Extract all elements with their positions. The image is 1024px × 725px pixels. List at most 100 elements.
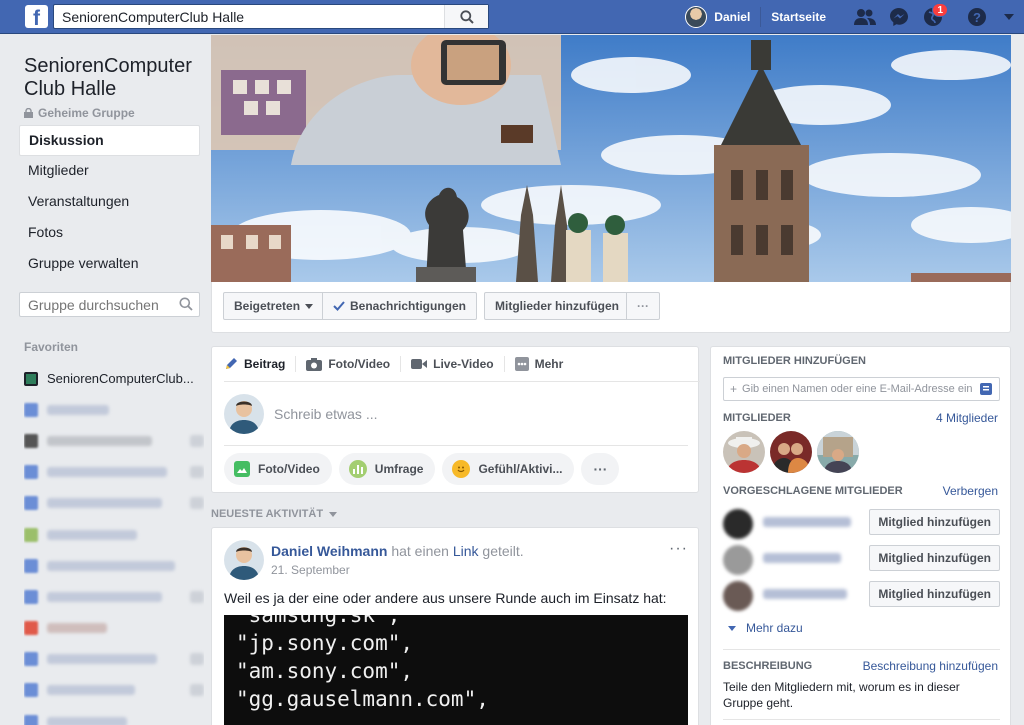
notifications-settings-button[interactable]: Benachrichtigungen bbox=[322, 292, 478, 320]
joined-button[interactable]: Beigetreten bbox=[223, 292, 325, 320]
add-suggested-member-button[interactable]: Mitglied hinzufügen bbox=[869, 581, 1000, 607]
nav-item-manage-group[interactable]: Gruppe verwalten bbox=[19, 249, 200, 280]
search-icon[interactable] bbox=[179, 297, 193, 311]
tab-more[interactable]: Mehr bbox=[505, 356, 574, 372]
blurred-count bbox=[190, 466, 204, 479]
add-suggested-member-button[interactable]: Mitglied hinzufügen bbox=[869, 509, 1000, 535]
nav-item-photos[interactable]: Fotos bbox=[19, 218, 200, 249]
add-description-link[interactable]: Beschreibung hinzufügen bbox=[863, 659, 998, 673]
divider bbox=[723, 719, 1000, 720]
group-name[interactable]: SeniorenComputer Club Halle bbox=[24, 55, 204, 101]
post-options-button[interactable]: ··· bbox=[669, 540, 688, 558]
post-header: Daniel Weihmann hat einen Link geteilt. bbox=[271, 543, 524, 559]
account-menu-button[interactable] bbox=[994, 0, 1024, 34]
see-more-link[interactable]: Mehr dazu bbox=[728, 621, 803, 635]
avatar[interactable] bbox=[723, 509, 753, 539]
help-button[interactable]: ? bbox=[960, 0, 994, 34]
add-member-input[interactable]: + Gib einen Namen oder eine E-Mail-Adres… bbox=[723, 377, 1000, 401]
checkmark-icon bbox=[333, 301, 345, 311]
favorite-item[interactable] bbox=[24, 613, 204, 644]
post-timestamp[interactable]: 21. September bbox=[271, 563, 350, 577]
suggested-member-row: Mitglied hinzufügen bbox=[723, 507, 1000, 539]
home-link[interactable]: Startseite bbox=[760, 7, 836, 27]
smiley-icon bbox=[452, 460, 471, 478]
post-author-link[interactable]: Daniel Weihmann bbox=[271, 543, 387, 559]
favorite-item[interactable] bbox=[24, 519, 204, 550]
code-line: "gg.gauselmann.com", bbox=[236, 687, 489, 711]
add-members-button[interactable]: Mitglieder hinzufügen bbox=[484, 292, 630, 320]
blurred-label bbox=[47, 716, 127, 725]
address-book-icon[interactable] bbox=[973, 383, 999, 395]
tab-photo-video[interactable]: Foto/Video bbox=[296, 356, 402, 372]
member-avatar[interactable] bbox=[770, 431, 812, 473]
favorite-item[interactable]: SeniorenComputerClub... bbox=[24, 363, 204, 394]
members-count-link[interactable]: 4 Mitglieder bbox=[936, 411, 998, 425]
blurred-label bbox=[47, 467, 167, 478]
tab-photo-video-label: Foto/Video bbox=[328, 357, 391, 371]
tab-more-label: Mehr bbox=[534, 357, 564, 371]
blurred-name[interactable] bbox=[763, 553, 841, 563]
activity-sort-dropdown[interactable]: NEUESTE AKTIVITÄT bbox=[211, 508, 338, 520]
group-icon bbox=[24, 371, 38, 386]
search-button[interactable] bbox=[444, 5, 488, 28]
group-search-input[interactable] bbox=[20, 293, 170, 316]
hide-suggestions-link[interactable]: Verbergen bbox=[943, 484, 998, 498]
group-search bbox=[19, 292, 200, 317]
cover-image bbox=[211, 35, 1011, 282]
favorite-item[interactable] bbox=[24, 394, 204, 425]
blurred-label bbox=[47, 435, 152, 446]
photo-video-pill[interactable]: Foto/Video bbox=[224, 453, 332, 485]
favorite-item[interactable] bbox=[24, 488, 204, 519]
user-name: Daniel bbox=[714, 10, 751, 24]
favorite-item[interactable] bbox=[24, 706, 204, 725]
group-navigation: Diskussion Mitglieder Veranstaltungen Fo… bbox=[19, 125, 200, 280]
post-link[interactable]: Link bbox=[453, 543, 479, 559]
blurred-name[interactable] bbox=[763, 589, 847, 599]
friends-icon bbox=[854, 9, 876, 25]
avatar[interactable] bbox=[224, 540, 264, 580]
group-icon bbox=[24, 621, 38, 636]
notifications-button[interactable]: 1 bbox=[916, 0, 950, 34]
more-actions-pill[interactable]: ··· bbox=[581, 453, 620, 485]
favorite-item[interactable] bbox=[24, 425, 204, 456]
member-avatar[interactable] bbox=[817, 431, 859, 473]
tab-live-video[interactable]: Live-Video bbox=[401, 356, 505, 372]
cover-photo[interactable] bbox=[211, 35, 1011, 282]
top-navigation-bar: f Daniel Startseite 1 ? bbox=[0, 0, 1024, 34]
post-action-text: hat einen bbox=[391, 543, 449, 559]
messages-button[interactable] bbox=[882, 0, 916, 34]
group-icon bbox=[24, 527, 38, 542]
favorites-title: Favoriten bbox=[24, 340, 79, 354]
friend-requests-button[interactable] bbox=[848, 0, 882, 34]
favorite-item[interactable] bbox=[24, 644, 204, 675]
member-avatar[interactable] bbox=[723, 431, 765, 473]
global-search-input[interactable] bbox=[54, 5, 444, 28]
blurred-label bbox=[47, 498, 162, 509]
favorite-item[interactable] bbox=[24, 550, 204, 581]
favorite-item[interactable] bbox=[24, 581, 204, 612]
avatar[interactable] bbox=[723, 581, 753, 611]
favorite-item[interactable] bbox=[24, 457, 204, 488]
nav-item-members[interactable]: Mitglieder bbox=[19, 156, 200, 187]
facebook-logo-icon[interactable]: f bbox=[25, 5, 48, 28]
nav-item-discussion[interactable]: Diskussion bbox=[19, 125, 200, 156]
more-options-button[interactable]: ··· bbox=[626, 292, 660, 320]
add-suggested-member-button[interactable]: Mitglied hinzufügen bbox=[869, 545, 1000, 571]
group-icon bbox=[24, 465, 38, 480]
nav-item-events[interactable]: Veranstaltungen bbox=[19, 187, 200, 218]
feeling-activity-pill[interactable]: Gefühl/Aktivi... bbox=[442, 453, 575, 485]
pencil-icon bbox=[226, 358, 237, 369]
poll-pill[interactable]: Umfrage bbox=[338, 453, 436, 485]
blurred-name[interactable] bbox=[763, 517, 851, 527]
poll-icon bbox=[348, 460, 367, 478]
composer-body[interactable]: Schreib etwas ... bbox=[224, 383, 688, 446]
see-more-label: Mehr dazu bbox=[746, 621, 803, 635]
favorites-list: SeniorenComputerClub... bbox=[24, 363, 204, 725]
avatar[interactable] bbox=[723, 545, 753, 575]
profile-link[interactable]: Daniel bbox=[675, 0, 760, 34]
add-members-label: Mitglieder hinzufügen bbox=[495, 299, 619, 313]
post-text: Weil es ja der eine oder andere aus unse… bbox=[224, 590, 667, 606]
post-image[interactable]: "samsung.sk", "jp.sony.com", "am.sony.co… bbox=[224, 615, 688, 725]
favorite-item[interactable] bbox=[24, 675, 204, 706]
tab-post[interactable]: Beitrag bbox=[224, 356, 297, 372]
